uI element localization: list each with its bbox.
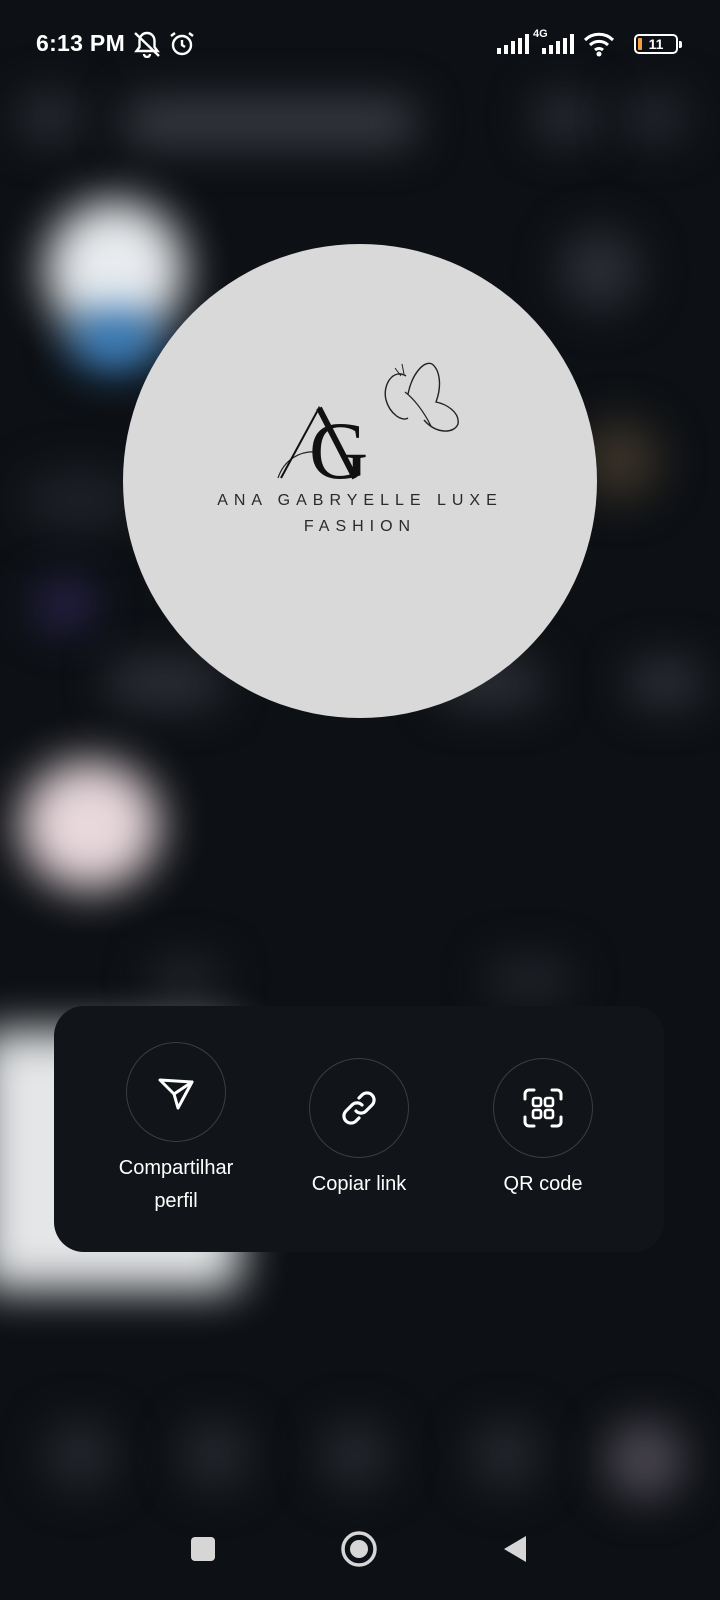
navigation-bar [0, 1520, 720, 1590]
qr-code-icon [523, 1088, 563, 1128]
copy-link-label: Copiar link [311, 1173, 407, 1195]
battery-icon: 11 [634, 34, 682, 54]
profile-avatar: G ANA GABRYELLE LUXE FASHION [123, 244, 597, 718]
send-icon [158, 1078, 194, 1110]
qr-code-label: QR code [503, 1173, 583, 1195]
signal-icon [497, 34, 529, 54]
svg-text:G: G [309, 405, 368, 496]
bell-muted-icon [134, 31, 160, 58]
copy-link-button[interactable]: Copiar link [259, 1058, 459, 1201]
signal-4g-icon [542, 34, 574, 54]
home-button[interactable] [340, 1530, 378, 1568]
share-profile-button[interactable]: Compartilhar perfil [76, 1042, 276, 1218]
wifi-icon [583, 32, 615, 57]
recents-button[interactable] [190, 1536, 216, 1562]
brand-logo: G [277, 362, 459, 496]
share-profile-circle [126, 1042, 226, 1142]
qr-code-button[interactable]: QR code [443, 1058, 643, 1201]
qr-code-circle [493, 1058, 593, 1158]
alarm-icon [170, 32, 194, 56]
status-time: 6:13 PM [36, 30, 126, 56]
status-bar: 6:13 PM 4G 11 [0, 0, 720, 90]
brand-name-line1: ANA GABRYELLE LUXE [217, 492, 503, 509]
blurred-background [0, 0, 720, 1600]
brand-name-line2: FASHION [303, 518, 417, 535]
battery-level: 11 [648, 36, 664, 52]
share-panel: Compartilhar perfil Copiar link QR code [54, 1006, 664, 1252]
back-button[interactable] [502, 1534, 528, 1564]
share-profile-label: Compartilhar perfil [118, 1157, 234, 1212]
copy-link-circle [309, 1058, 409, 1158]
link-icon [342, 1091, 376, 1125]
